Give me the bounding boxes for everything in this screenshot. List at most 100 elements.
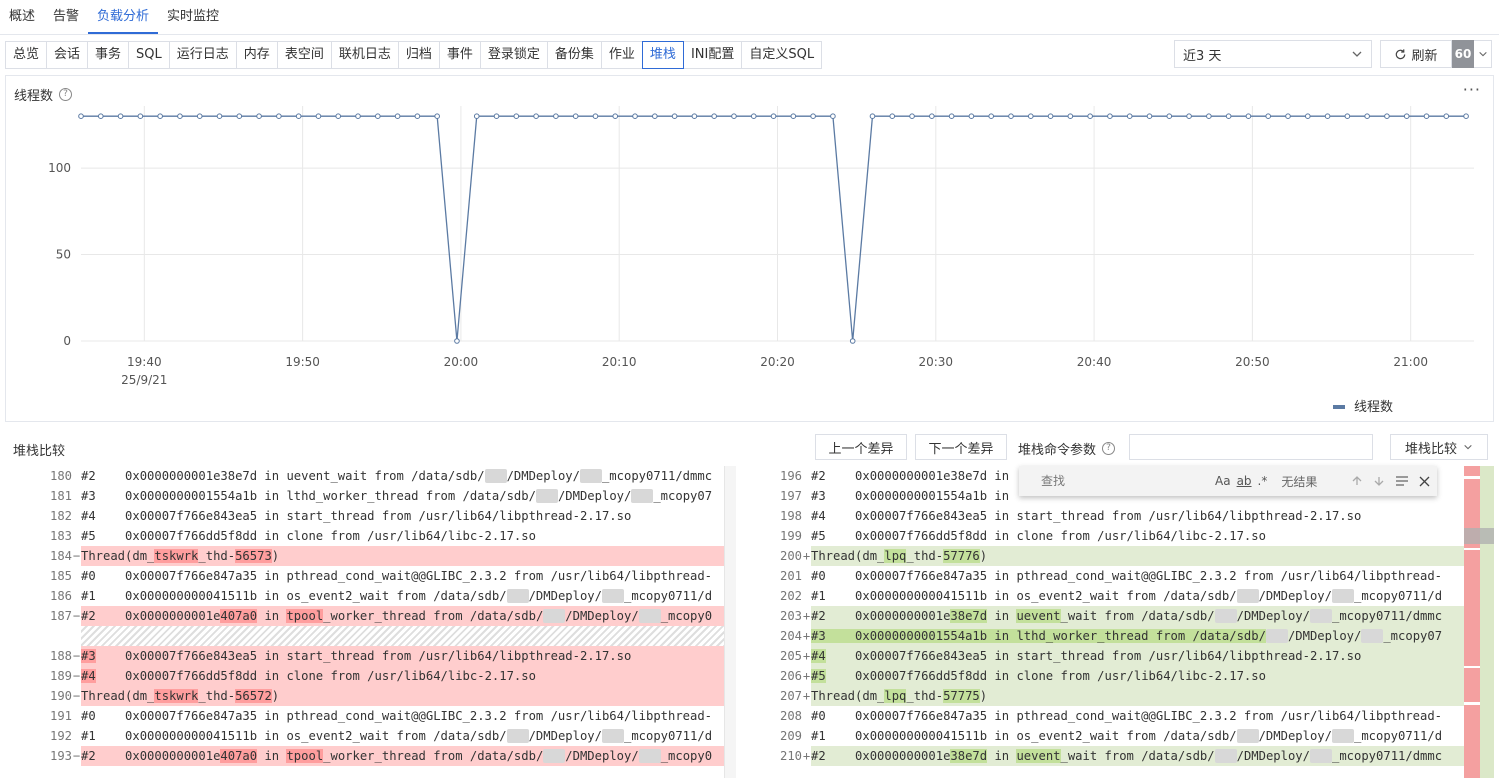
top-tabs: 概述 告警 负载分析 实时监控 [0, 0, 1499, 34]
diff-line[interactable]: 201 #0 0x00007f766e847a35 in pthread_cond… [740, 566, 1464, 586]
subtab-8[interactable]: 归档 [397, 41, 440, 69]
match-word-toggle[interactable]: ab [1237, 474, 1252, 488]
diff-line[interactable]: 182 #4 0x00007f766e843ea5 in start_thread… [10, 506, 734, 526]
line-number: 208 [779, 709, 802, 723]
code-segment: lpq [884, 689, 907, 703]
time-range-select[interactable]: 近3 天 [1174, 40, 1372, 68]
code-segment: _mcopy0711/d [623, 589, 713, 603]
diff-line[interactable]: 190− Thread(dm_tskwrk_thd-56572) [10, 686, 734, 706]
diff-marker [802, 526, 811, 546]
subtab-13[interactable]: 堆栈 [641, 41, 684, 69]
line-number: 191 [49, 709, 72, 723]
code-text: #2 0x0000000001e38e7d in uevent_wait fro… [811, 606, 1464, 626]
subtab-2[interactable]: 事务 [87, 41, 130, 69]
refresh-button[interactable]: 刷新 [1380, 40, 1452, 68]
subtab-12[interactable]: 作业 [600, 41, 643, 69]
diff-line[interactable]: 191 #0 0x00007f766e847a35 in pthread_cond… [10, 706, 734, 726]
subtab-3[interactable]: SQL [128, 41, 170, 69]
match-case-toggle[interactable]: Aa [1215, 474, 1231, 488]
diff-line[interactable]: 193− #2 0x0000000001e407a0 in tpool_worke… [10, 746, 734, 766]
next-diff-button[interactable]: 下一个差异 [915, 434, 1007, 460]
diff-line[interactable]: 208 #0 0x00007f766e847a35 in pthread_cond… [740, 706, 1464, 726]
data-point [276, 113, 282, 119]
diff-line[interactable]: 209 #1 0x000000000041511b in os_event2_wa… [740, 726, 1464, 746]
diff-line[interactable]: 198 #4 0x00007f766e843ea5 in start_thread… [740, 506, 1464, 526]
code-text: #0 0x00007f766e847a35 in pthread_cond_wa… [81, 566, 734, 586]
diff-line[interactable]: 205 + #4 0x00007f766e843ea5 in start_threa… [740, 646, 1464, 666]
diff-left-pane[interactable]: 180 #2 0x0000000001e38e7d in uevent_wait … [10, 466, 734, 778]
find-in-selection-icon[interactable] [1395, 475, 1409, 487]
subtab-14[interactable]: INI配置 [682, 41, 743, 69]
diff-line[interactable]: 204 + #3 0x0000000001554a1b in lthd_worker… [740, 626, 1464, 646]
find-input[interactable]: 查找 [1033, 470, 1209, 492]
diff-line[interactable]: 185 #0 0x00007f766e847a35 in pthread_cond… [10, 566, 734, 586]
diff-line[interactable]: 200 + Thread(dm_lpq_thd-57776) [740, 546, 1464, 566]
line-number: 200 [779, 549, 802, 563]
subtab-7[interactable]: 联机日志 [330, 41, 399, 69]
data-point [1285, 113, 1291, 119]
code-text: #1 0x000000000041511b in os_event2_wait … [811, 726, 1464, 746]
diff-line[interactable]: 186 #1 0x000000000041511b in os_event2_wa… [10, 586, 734, 606]
x-tick-label: 20:10 [602, 355, 637, 369]
code-segment: in [987, 609, 1017, 623]
subtab-5[interactable]: 内存 [235, 41, 278, 69]
code-segment: 0x00007f766dd5f8dd in clone from /usr/li… [95, 669, 536, 683]
help-icon[interactable]: ? [1102, 442, 1116, 455]
subtab-9[interactable]: 事件 [438, 41, 481, 69]
subtab-0[interactable]: 总览 [5, 41, 48, 69]
redacted-text: xxx [1309, 749, 1332, 763]
left-pane-scrollbar[interactable] [724, 466, 736, 778]
diff-line[interactable]: 206 + #5 0x00007f766dd5f8dd in clone from … [740, 666, 1464, 686]
diff-line[interactable]: 183 #5 0x00007f766dd5f8dd in clone from /… [10, 526, 734, 546]
diff-line[interactable]: 192 #1 0x000000000041511b in os_event2_wa… [10, 726, 734, 746]
stack-compare-mode-button[interactable]: 堆栈比较 [1390, 434, 1488, 460]
diff-marker [72, 726, 81, 746]
tab-load-analysis[interactable]: 负载分析 [88, 0, 159, 34]
subtab-1[interactable]: 会话 [46, 41, 89, 69]
diff-line[interactable]: 203 + #2 0x0000000001e38e7d in uevent_wait… [740, 606, 1464, 626]
refresh-interval-value: 60 [1452, 40, 1474, 68]
subtab-4[interactable]: 运行日志 [168, 41, 237, 69]
diff-line[interactable]: 187− #2 0x0000000001e407a0 in tpool_worke… [10, 606, 734, 626]
subtab-6[interactable]: 表空间 [276, 41, 332, 69]
diff-marker: − [72, 649, 81, 663]
diff-line[interactable]: 184− Thread(dm_tskwrk_thd-56573) [10, 546, 734, 566]
diff-line[interactable]: 199 #5 0x00007f766dd5f8dd in clone from /… [740, 526, 1464, 546]
tab-alerts[interactable]: 告警 [44, 0, 88, 34]
diff-line[interactable]: 210 + #2 0x0000000001e38e7d in uevent_wait… [740, 746, 1464, 766]
diff-line[interactable]: 202 #1 0x000000000041511b in os_event2_wa… [740, 586, 1464, 606]
data-point [810, 113, 816, 119]
diff-line[interactable]: 181 #3 0x0000000001554a1b in lthd_worker_… [10, 486, 734, 506]
arrow-down-icon[interactable] [1373, 475, 1385, 487]
tab-realtime-monitor[interactable]: 实时监控 [158, 0, 228, 34]
data-point [315, 113, 322, 119]
code-segment: tskwrk [154, 689, 199, 703]
diff-line[interactable] [10, 626, 734, 646]
line-number: 205 [779, 649, 802, 663]
diff-marker: − [72, 609, 81, 623]
diff-line[interactable]: 188− #3 0x00007f766e843ea5 in start_threa… [10, 646, 734, 666]
subtab-11[interactable]: 备份集 [546, 41, 602, 69]
code-segment: _mcopy0711/dmmc [1332, 749, 1443, 763]
close-icon[interactable] [1419, 476, 1430, 487]
line-number: 209 [779, 729, 802, 743]
diff-line[interactable]: 207 + Thread(dm_lpq_thd-57775) [740, 686, 1464, 706]
diff-overview-ruler[interactable] [1464, 466, 1494, 778]
line-number: 184 [49, 549, 72, 563]
arrow-up-icon[interactable] [1351, 475, 1363, 487]
subtab-10[interactable]: 登录锁定 [479, 41, 548, 69]
refresh-interval-dropdown[interactable] [1474, 40, 1492, 68]
diff-line[interactable]: 180 #2 0x0000000001e38e7d in uevent_wait … [10, 466, 734, 486]
subtab-15[interactable]: 自定义SQL [741, 41, 823, 69]
refresh-interval[interactable]: 60 [1452, 40, 1492, 68]
data-point [1344, 113, 1351, 119]
regex-toggle[interactable]: .* [1258, 474, 1268, 488]
legend-swatch [1333, 405, 1345, 409]
stack-param-input[interactable] [1129, 434, 1373, 460]
code-segment: _wait from /data/sdb/ [1060, 609, 1215, 623]
diff-line[interactable]: 189− #4 0x00007f766dd5f8dd in clone from … [10, 666, 734, 686]
diff-marker: + [802, 749, 811, 763]
diff-right-pane[interactable]: 196 #2 0x0000000001e38e7d in 197 #3 0x0000… [740, 466, 1464, 778]
tab-overview[interactable]: 概述 [0, 0, 44, 34]
prev-diff-button[interactable]: 上一个差异 [815, 434, 907, 460]
